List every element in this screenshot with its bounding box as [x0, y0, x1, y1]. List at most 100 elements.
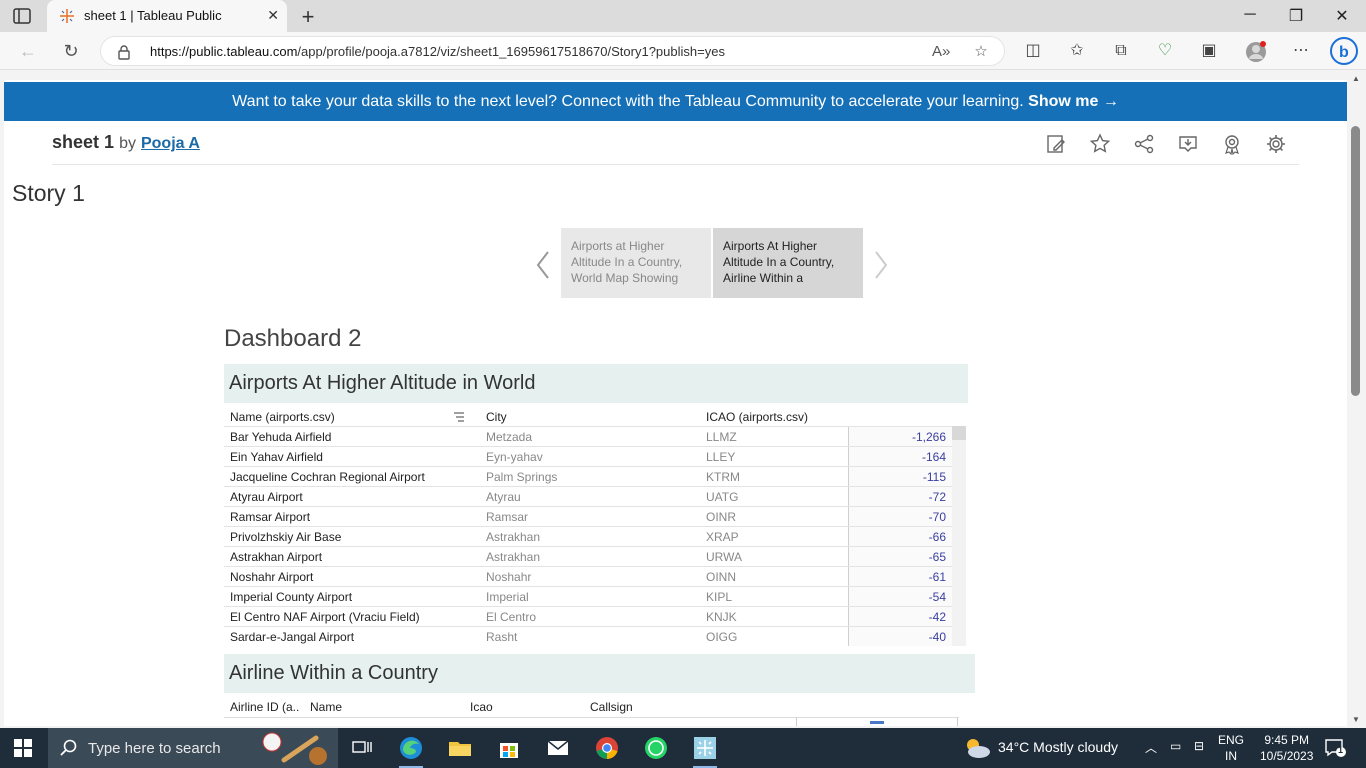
- scroll-down-icon[interactable]: ▼: [1352, 715, 1360, 724]
- col-header-airline-icao[interactable]: Icao: [470, 700, 493, 714]
- restore-icon[interactable]: ❐: [1286, 6, 1306, 26]
- col-header-callsign[interactable]: Callsign: [590, 700, 633, 714]
- favorite-viz-icon[interactable]: [1089, 133, 1111, 155]
- url-text: https://public.tableau.com/app/profile/p…: [150, 44, 725, 59]
- promo-text: Want to take your data skills to the nex…: [232, 93, 1024, 110]
- minimize-icon[interactable]: ─: [1240, 6, 1260, 26]
- tab-actions-icon[interactable]: [12, 7, 32, 25]
- cell-value: -1,266: [911, 430, 946, 444]
- table-row[interactable]: Sardar-e-Jangal Airport Rasht OIGG -40: [224, 626, 952, 646]
- table-row[interactable]: Ramsar Airport Ramsar OINR -70: [224, 506, 952, 526]
- cell-city: Astrakhan: [486, 530, 541, 544]
- scroll-up-icon[interactable]: ▲: [1352, 74, 1360, 83]
- favorite-star-icon[interactable]: ☆: [972, 43, 990, 61]
- collections-icon[interactable]: ⧉: [1111, 41, 1131, 61]
- story-prev-arrow-icon[interactable]: [534, 250, 552, 280]
- table-row[interactable]: Imperial County Airport Imperial KIPL -54: [224, 586, 952, 606]
- table-scroll-thumb[interactable]: [952, 426, 966, 440]
- cell-name: Ramsar Airport: [230, 510, 311, 524]
- page-scrollbar[interactable]: ▲ ▼: [1347, 72, 1366, 726]
- page-scroll-thumb[interactable]: [1351, 126, 1360, 396]
- sort-icon[interactable]: [453, 411, 465, 423]
- settings-gear-icon[interactable]: [1265, 133, 1287, 155]
- browser-tab-active[interactable]: sheet 1 | Tableau Public ✕: [47, 0, 287, 32]
- download-icon[interactable]: [1177, 133, 1199, 155]
- story-title: Story 1: [12, 180, 85, 206]
- promo-show-me-link[interactable]: Show me →: [1028, 93, 1119, 110]
- table-row[interactable]: Noshahr Airport Noshahr OINN -61: [224, 566, 952, 586]
- browser-essentials-icon[interactable]: ♡: [1155, 41, 1175, 61]
- extensions-icon[interactable]: ▣: [1199, 41, 1219, 61]
- refresh-icon[interactable]: ↻: [60, 40, 82, 62]
- profile-avatar-icon[interactable]: [1245, 41, 1266, 62]
- cell-city: Noshahr: [486, 570, 532, 584]
- story-next-arrow-icon[interactable]: [872, 250, 890, 280]
- read-aloud-icon[interactable]: A»: [932, 43, 950, 61]
- story-point-1[interactable]: Airports at Higher Altitude In a Country…: [561, 228, 711, 298]
- table-row[interactable]: Ein Yahav Airfield Eyn-yahav LLEY -164: [224, 446, 952, 466]
- col-header-airline-id[interactable]: Airline ID (a..: [230, 700, 299, 714]
- table-row[interactable]: El Centro NAF Airport (Vraciu Field) El C…: [224, 606, 952, 626]
- whatsapp-icon[interactable]: [642, 734, 670, 762]
- favorites-icon[interactable]: ✩: [1067, 41, 1087, 61]
- more-options-icon[interactable]: ⋯: [1291, 41, 1311, 61]
- network-icon[interactable]: ⊟: [1194, 739, 1204, 753]
- chrome-icon[interactable]: [593, 734, 621, 762]
- table-row[interactable]: Bar Yehuda Airfield Metzada LLMZ -1,266: [224, 426, 952, 446]
- mail-icon[interactable]: [544, 734, 572, 762]
- close-tab-icon[interactable]: ✕: [267, 7, 279, 24]
- table-row[interactable]: Astrakhan Airport Astrakhan URWA -65: [224, 546, 952, 566]
- file-explorer-icon[interactable]: [446, 734, 474, 762]
- sheet2-title-band: Airline Within a Country: [224, 654, 975, 693]
- author-link[interactable]: Pooja A: [141, 135, 200, 152]
- microsoft-store-icon[interactable]: [495, 734, 523, 762]
- tableau-taskbar-icon[interactable]: [691, 734, 719, 768]
- bing-copilot-icon[interactable]: b: [1330, 37, 1358, 65]
- battery-icon[interactable]: ▭: [1170, 739, 1181, 753]
- cell-name: Jacqueline Cochran Regional Airport: [230, 470, 425, 484]
- task-view-icon[interactable]: [348, 734, 376, 762]
- back-arrow-icon[interactable]: ←: [17, 40, 39, 62]
- table-scrollbar[interactable]: [952, 426, 966, 646]
- clock-date: 10/5/2023: [1260, 749, 1314, 763]
- cell-city: Imperial: [486, 590, 529, 604]
- airports-table: Bar Yehuda Airfield Metzada LLMZ -1,266 Ein …: [224, 426, 952, 646]
- show-hidden-icons-chevron-icon[interactable]: ︿: [1145, 739, 1157, 756]
- table-row[interactable]: Privolzhskiy Air Base Astrakhan XRAP -66: [224, 526, 952, 546]
- taskbar-search-box[interactable]: Type here to search: [48, 728, 338, 768]
- col-header-city[interactable]: City: [486, 410, 507, 424]
- cell-name: Ein Yahav Airfield: [230, 450, 323, 464]
- col-header-name[interactable]: Name (airports.csv): [230, 410, 335, 424]
- cell-value: -54: [928, 590, 946, 604]
- split-screen-icon[interactable]: ◫: [1023, 41, 1043, 61]
- weather-text[interactable]: 34°C Mostly cloudy: [998, 739, 1118, 755]
- clock-time: 9:45 PM: [1264, 733, 1310, 747]
- address-bar[interactable]: https://public.tableau.com/app/profile/p…: [100, 36, 1005, 66]
- windows-start-icon[interactable]: [14, 739, 32, 757]
- cell-city: Rasht: [486, 630, 518, 644]
- tableau-favicon-icon: [60, 9, 74, 23]
- close-window-icon[interactable]: ✕: [1332, 6, 1352, 26]
- cell-value: -72: [928, 490, 946, 504]
- share-icon[interactable]: [1133, 133, 1155, 155]
- col-header-icao[interactable]: ICAO (airports.csv): [706, 410, 808, 424]
- cell-icao: OINR: [706, 510, 736, 524]
- language-indicator[interactable]: ENG IN: [1218, 732, 1244, 764]
- cell-name: Astrakhan Airport: [230, 550, 323, 564]
- clock[interactable]: 9:45 PM 10/5/2023: [1260, 732, 1313, 764]
- story-point-2[interactable]: Airports At Higher Altitude In a Country…: [713, 228, 863, 298]
- edge-taskbar-icon[interactable]: [397, 734, 425, 768]
- search-placeholder: Type here to search: [88, 740, 221, 757]
- edit-viz-icon[interactable]: [1045, 133, 1067, 155]
- table-row[interactable]: Jacqueline Cochran Regional Airport Palm …: [224, 466, 952, 486]
- language-code: ENG: [1218, 733, 1245, 747]
- notification-center-icon[interactable]: 1: [1324, 738, 1346, 758]
- sheet1-title: Airports At Higher Altitude in World: [229, 372, 536, 394]
- url-host: https://public.tableau.com: [150, 44, 298, 59]
- col-header-airline-name[interactable]: Name: [310, 700, 342, 714]
- metrics-badge-icon[interactable]: [1221, 133, 1243, 155]
- table-row[interactable]: Atyrau Airport Atyrau UATG -72: [224, 486, 952, 506]
- viz-title: sheet 1 by Pooja A: [52, 132, 200, 153]
- viz-title-by: by: [119, 135, 136, 152]
- new-tab-button[interactable]: +: [296, 4, 320, 30]
